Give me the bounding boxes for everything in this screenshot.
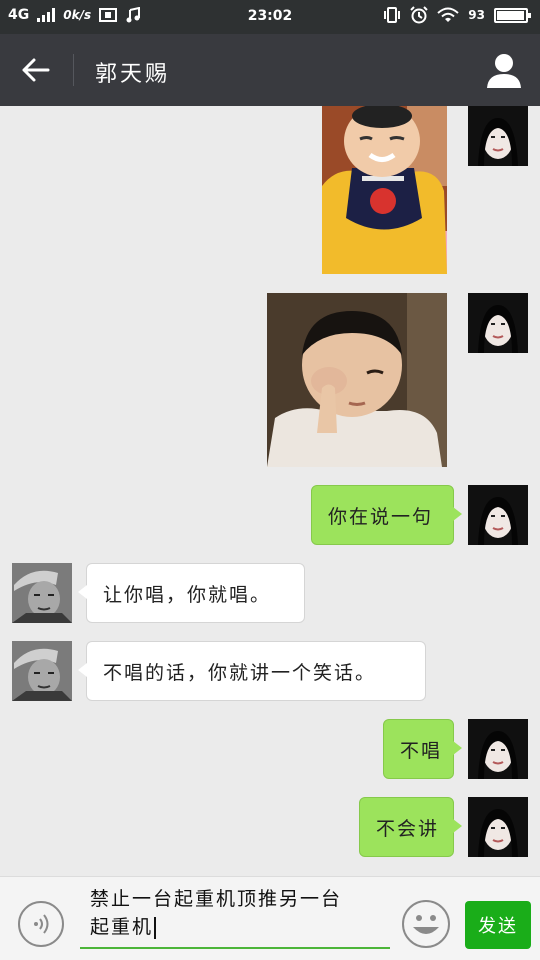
alarm-icon [410, 6, 429, 24]
text-caret [154, 916, 157, 939]
contact-avatar[interactable] [12, 641, 72, 701]
wifi-icon [437, 7, 459, 22]
outgoing-message-bubble[interactable]: 不会讲 [359, 797, 462, 857]
message-text: 不唱 [400, 739, 443, 762]
vibrate-icon [384, 7, 401, 23]
woman-portrait [468, 485, 528, 545]
image-message-toddler[interactable] [267, 293, 447, 467]
woman-portrait [468, 719, 528, 779]
input-line-2-wrap: 起重机 [90, 913, 390, 941]
incoming-message-bubble[interactable]: 不唱的话，你就讲一个笑话。 [78, 641, 426, 701]
contact-name: 郭天赐 [95, 62, 171, 87]
message-text: 让你唱，你就唱。 [103, 583, 272, 606]
man-portrait [12, 641, 72, 701]
man-portrait [12, 563, 72, 623]
status-bar: 4G 0k/s 23:02 93 [0, 0, 540, 34]
outgoing-message-bubble[interactable]: 不唱 [383, 719, 462, 779]
contact-avatar[interactable] [12, 563, 72, 623]
message-list[interactable]: 你在说一句 让你唱，你就唱。 不唱的话，你就讲一个笑话。 不唱 不会讲 [0, 106, 540, 876]
my-avatar[interactable] [468, 719, 528, 779]
message-text: 你在说一句 [328, 505, 434, 528]
outgoing-message-bubble[interactable]: 你在说一句 [311, 485, 462, 545]
my-avatar[interactable] [468, 485, 528, 545]
input-line-2: 起重机 [90, 916, 154, 938]
input-line-1: 禁止一台起重机顶推另一台 [90, 888, 343, 910]
voice-icon [34, 914, 49, 934]
voice-input-button[interactable] [18, 901, 64, 947]
image-message-baby-laughing[interactable] [322, 106, 447, 274]
my-avatar[interactable] [468, 293, 528, 353]
battery-percent: 93 [468, 8, 485, 22]
battery-icon [494, 7, 531, 23]
message-input[interactable]: 禁止一台起重机顶推另一台 起重机 [80, 885, 390, 949]
incoming-message-bubble[interactable]: 让你唱，你就唱。 [78, 563, 305, 623]
message-text: 不会讲 [376, 817, 440, 840]
header-divider [73, 54, 74, 86]
message-text: 不唱的话，你就讲一个笑话。 [103, 661, 377, 684]
woman-portrait [468, 293, 528, 353]
toddler-rubbing-eye-photo [267, 293, 447, 467]
woman-portrait [468, 106, 528, 166]
woman-portrait [468, 797, 528, 857]
contact-profile-icon[interactable] [484, 50, 524, 90]
my-avatar[interactable] [468, 797, 528, 857]
chat-header: 郭天赐 [0, 34, 540, 106]
emoji-icon[interactable] [401, 899, 451, 949]
back-arrow-icon[interactable] [14, 52, 58, 88]
baby-laughing-photo [322, 106, 447, 274]
my-avatar[interactable] [468, 106, 528, 166]
send-button[interactable]: 发送 [465, 901, 531, 949]
message-composer: 禁止一台起重机顶推另一台 起重机 发送 [0, 876, 540, 960]
